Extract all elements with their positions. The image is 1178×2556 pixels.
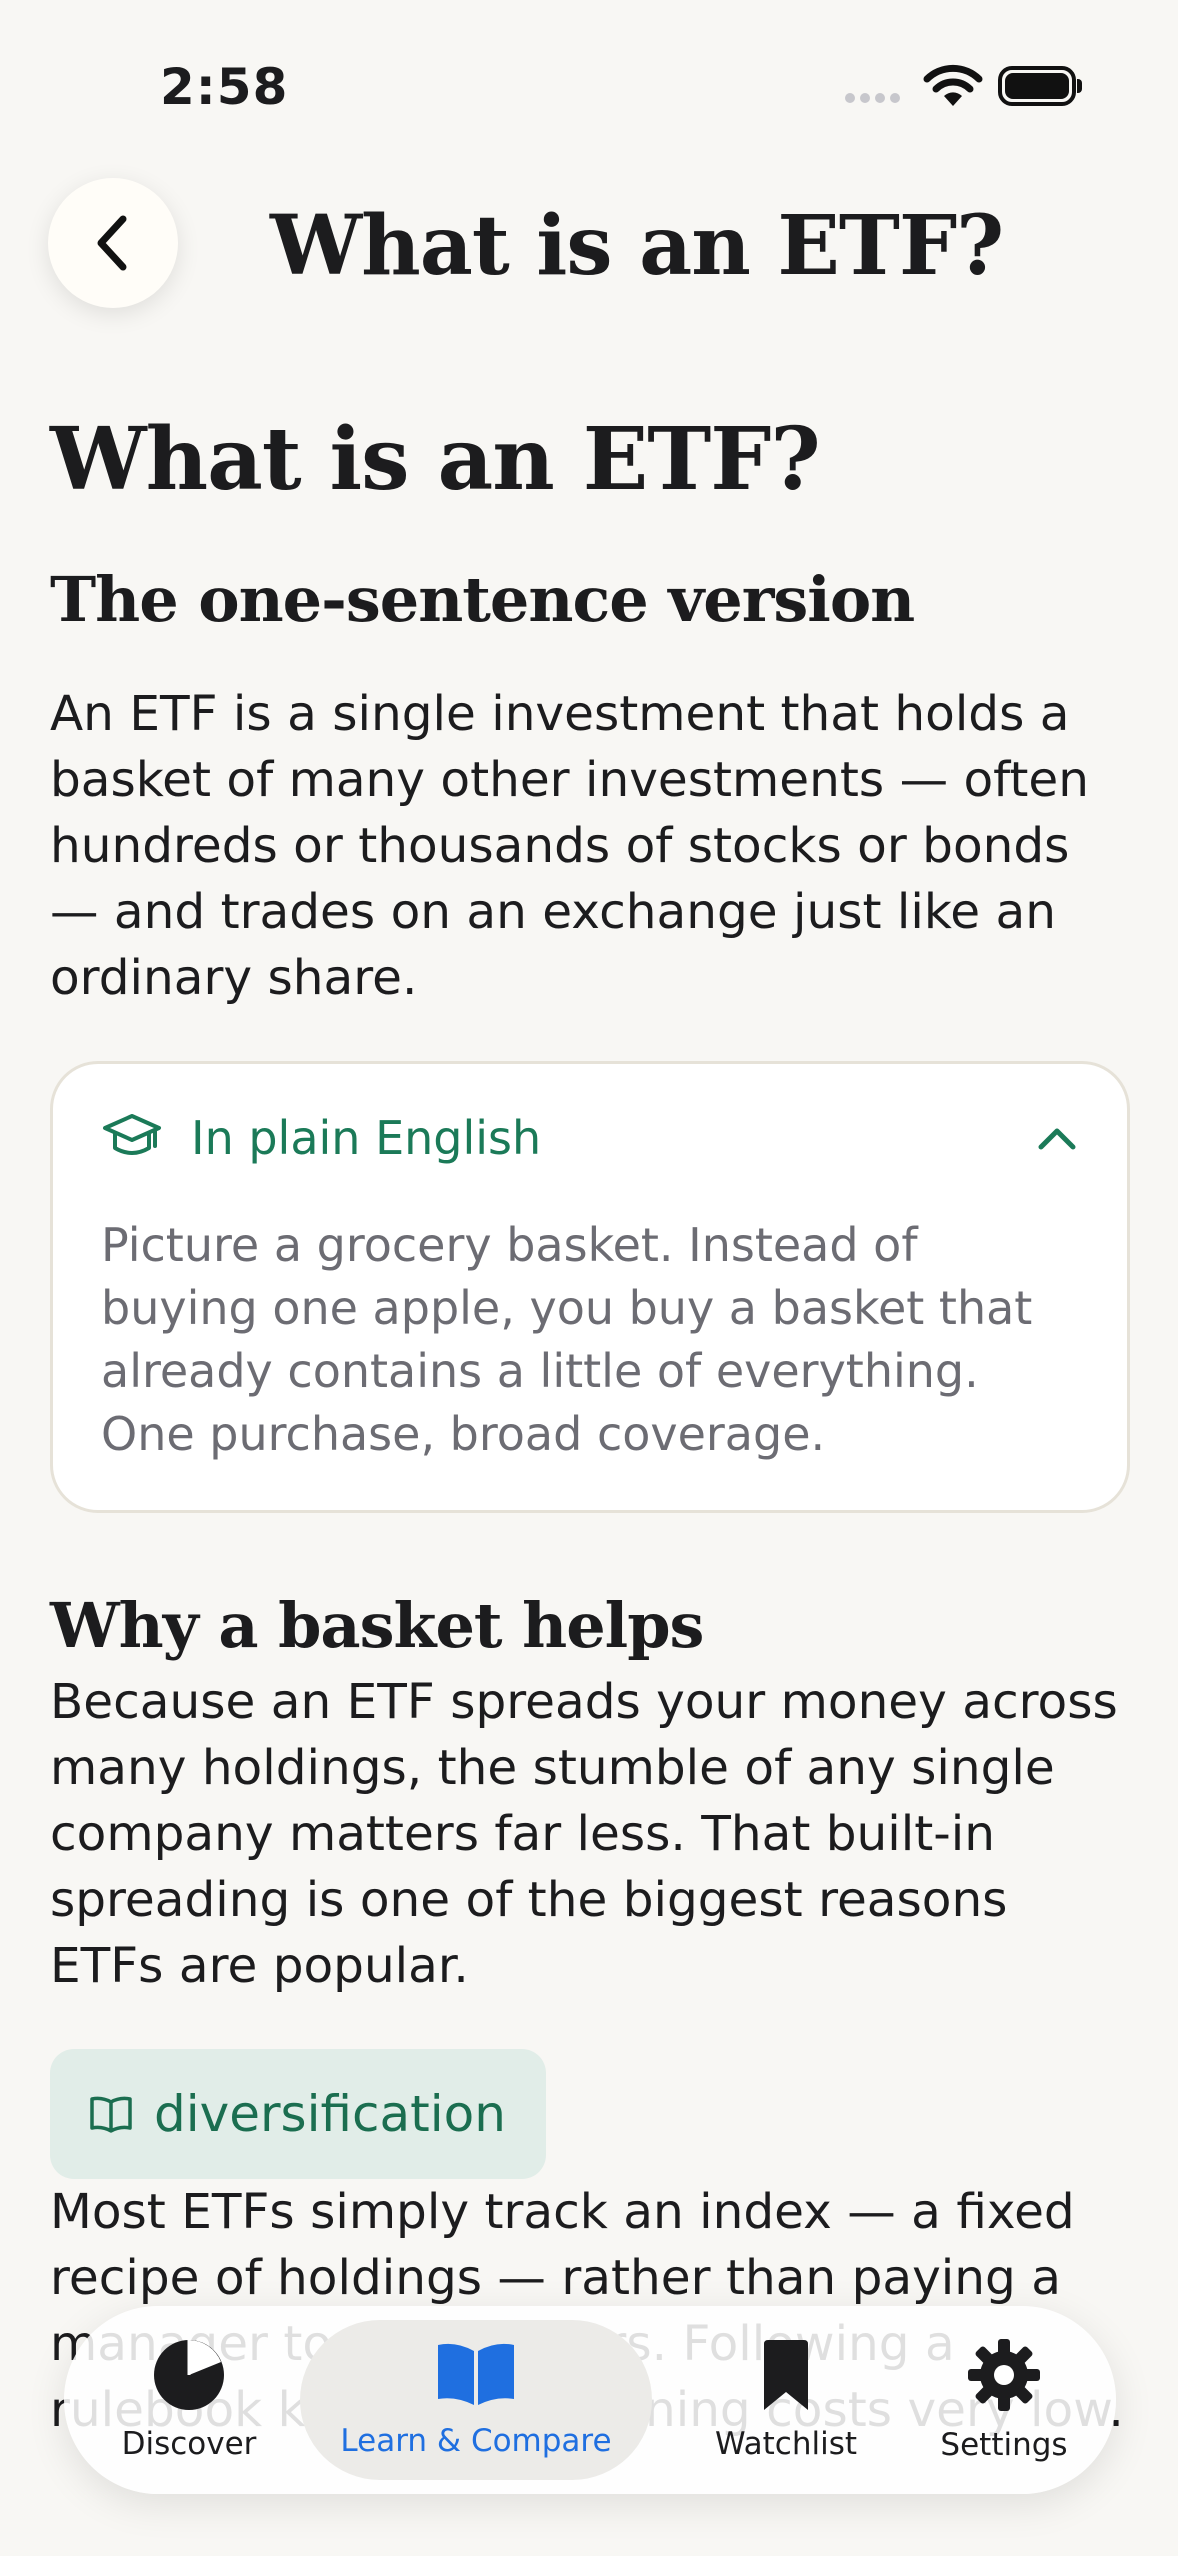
- battery-icon: [998, 66, 1082, 106]
- tab-label: Learn & Compare: [340, 2423, 612, 2459]
- nav-title: What is an ETF?: [270, 198, 1004, 294]
- status-time: 2:58: [160, 58, 289, 116]
- plain-english-text: Picture a grocery basket. Instead of buy…: [101, 1218, 1033, 1461]
- bookmark-icon: [764, 2340, 808, 2410]
- plain-english-toggle[interactable]: In plain English: [101, 1104, 1079, 1172]
- glossary-chip-label: diversification: [154, 2085, 506, 2143]
- glossary-chip-diversification[interactable]: diversification: [50, 2049, 546, 2179]
- section-body: An ETF is a single investment that holds…: [50, 686, 1089, 1006]
- article-content: What is an ETF? The one-sentence version…: [50, 405, 1130, 2443]
- chevron-left-icon: [97, 215, 127, 271]
- wifi-icon: [923, 64, 983, 106]
- section-heading: The one-sentence version: [50, 563, 915, 636]
- article-title: What is an ETF?: [50, 409, 821, 510]
- cellular-signal-icon: [845, 93, 905, 112]
- tab-learn-compare[interactable]: Learn & Compare: [300, 2320, 652, 2480]
- open-book-icon: [438, 2343, 514, 2405]
- tab-discover[interactable]: Discover: [64, 2306, 314, 2494]
- plain-english-card: In plain English Picture a grocery baske…: [50, 1061, 1130, 1513]
- tab-label: Discover: [121, 2426, 257, 2462]
- section-heading: Why a basket helps: [50, 1589, 704, 1662]
- plain-english-label: In plain English: [191, 1111, 542, 1165]
- tab-settings[interactable]: Settings: [904, 2306, 1104, 2494]
- tab-watchlist[interactable]: Watchlist: [676, 2306, 896, 2494]
- section-body: Because an ETF spreads your money across…: [50, 1674, 1118, 1994]
- tab-bar: Discover Learn & Compare Watchlist Setti…: [64, 2306, 1116, 2494]
- book-icon: [90, 2096, 132, 2133]
- chevron-up-icon: [1038, 1128, 1076, 1150]
- tab-label: Settings: [940, 2427, 1068, 2463]
- back-button[interactable]: [48, 178, 178, 308]
- tab-label: Watchlist: [714, 2426, 858, 2462]
- graduation-cap-icon: [103, 1114, 161, 1155]
- gear-icon: [968, 2339, 1040, 2411]
- pie-chart-icon: [154, 2340, 224, 2410]
